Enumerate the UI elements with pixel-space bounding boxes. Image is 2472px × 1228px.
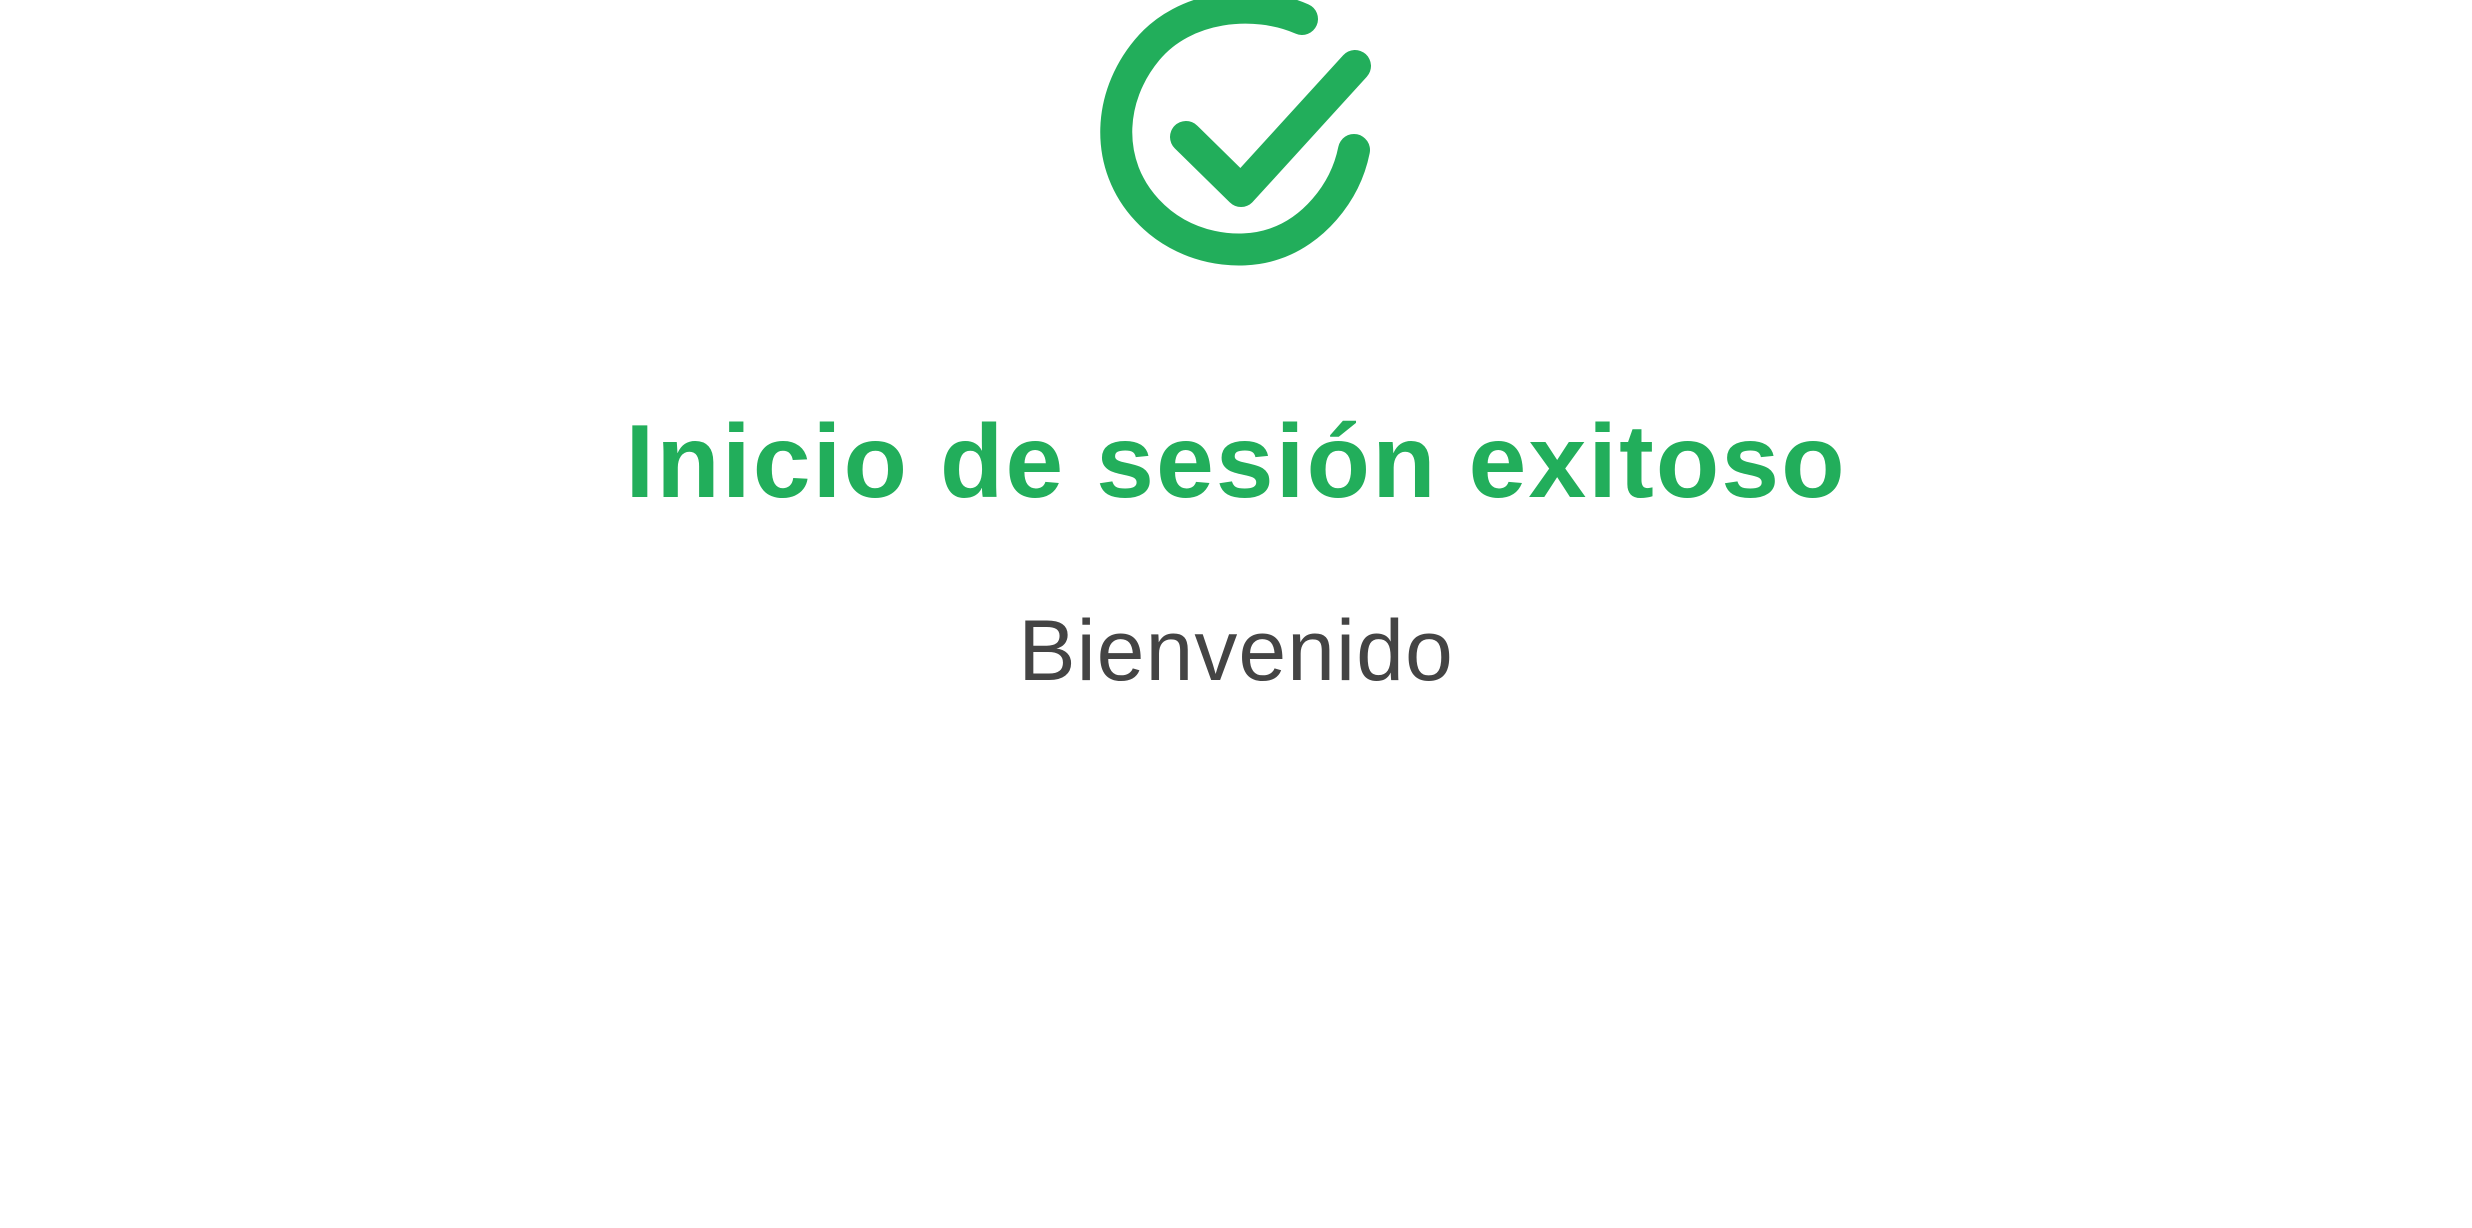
- check-circle-icon: [1089, 0, 1391, 295]
- login-success-page: Inicio de sesión exitoso Bienvenido: [0, 0, 2472, 1228]
- welcome-message: Bienvenido: [1018, 603, 1454, 699]
- page-title: Inicio de sesión exitoso: [625, 404, 1847, 520]
